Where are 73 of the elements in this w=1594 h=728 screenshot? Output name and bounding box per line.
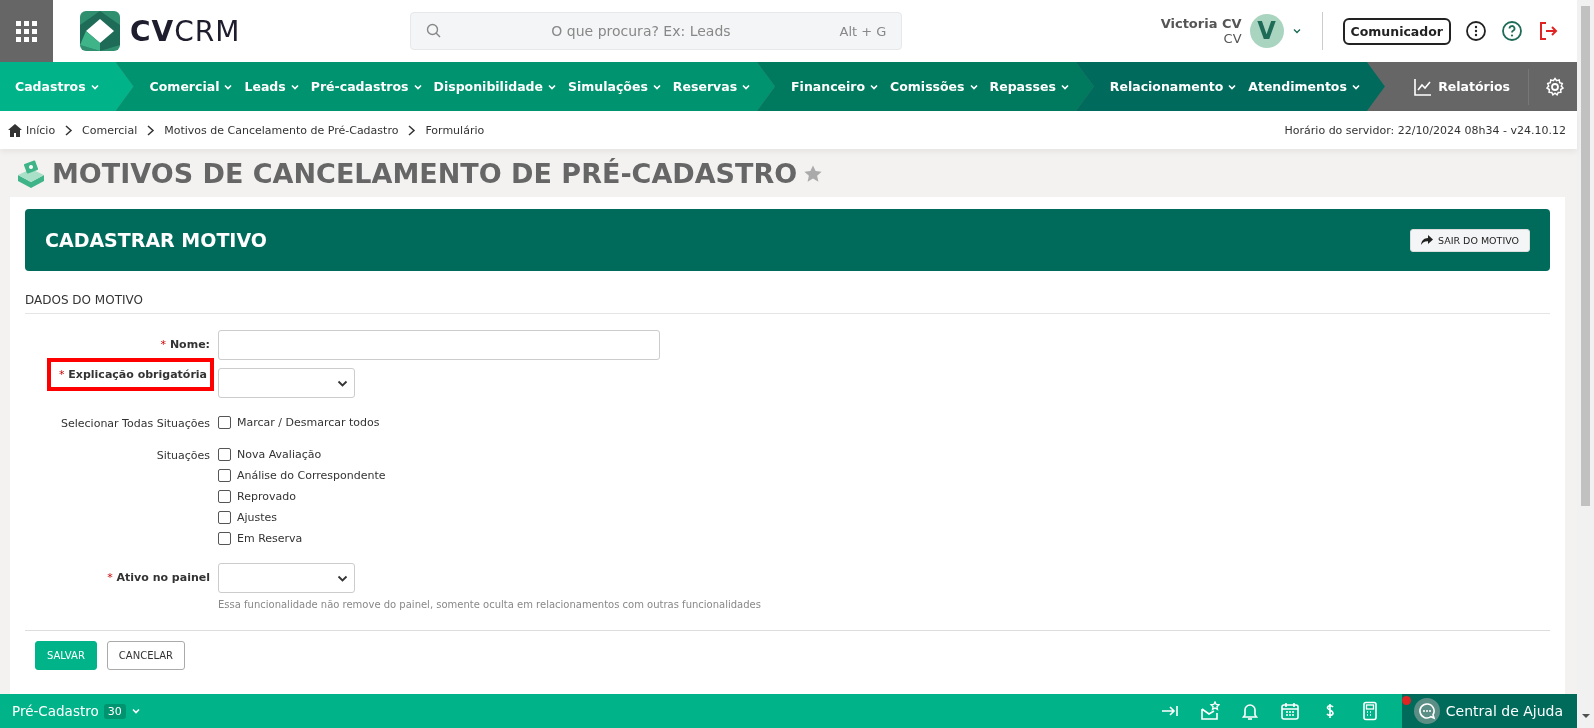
chevron-icon <box>130 706 141 716</box>
search-field[interactable]: O que procura? Ex: Leads Alt + G <box>410 12 903 50</box>
current-page-label: Formulário <box>425 123 485 137</box>
user-avatar[interactable]: V <box>1249 14 1284 48</box>
help-text: Essa funcionalidade não remove do painel, somente oculta em relacionamentos com outras funcionalidades <box>218 599 762 610</box>
caret-icon[interactable] <box>1291 26 1302 36</box>
checkbox-label: Em Reserva <box>237 532 303 545</box>
section-title: DADOS DO MOTIVO <box>25 271 1550 314</box>
chevron-icon <box>64 124 74 136</box>
money-box-icon <box>16 158 46 189</box>
page-title: MOTIVOS DE CANCELAMENTO DE PRÉ-CADASTRO <box>52 158 798 189</box>
nav-menu-item[interactable]: Comissões <box>890 79 979 94</box>
home-icon <box>8 123 22 137</box>
module-selector[interactable]: Pré-Cadastro 30 <box>6 702 147 720</box>
checkbox-label: Reprovado <box>237 490 296 503</box>
chevron-icon <box>146 124 156 136</box>
search-icon <box>426 23 443 39</box>
checkbox[interactable] <box>218 532 231 545</box>
communicator-button[interactable]: Comunicador <box>1342 17 1451 45</box>
server-time: Horário do servidor: 22/10/2024 08h34 - v24.10.12 <box>1284 123 1566 137</box>
field-label: Selecionar Todas Situações <box>61 416 210 430</box>
logo-icon <box>80 11 120 51</box>
nav-menu-item[interactable]: Pré-cadastros <box>310 79 423 94</box>
chat-icon <box>1413 698 1440 724</box>
checkbox-label: Nova Avaliação <box>237 448 322 461</box>
breadcrumb-link[interactable]: Motivos de Cancelamento de Pré-Cadastro <box>164 123 399 137</box>
nav-menu-item[interactable]: Financeiro <box>791 79 880 94</box>
breadcrumb-link[interactable]: Comercial <box>82 123 138 137</box>
nav-menu-item[interactable]: Leads <box>244 79 300 94</box>
field-label: Situações <box>156 448 210 462</box>
logo-text: CVCRM <box>130 14 241 48</box>
chart-icon <box>1414 77 1433 96</box>
checkbox-label: Marcar / Desmarcar todos <box>237 416 380 429</box>
count-badge: 30 <box>103 703 126 719</box>
help-icon[interactable] <box>1501 20 1523 42</box>
user-name: Victoria CV <box>1160 16 1242 31</box>
checkbox-label: Análise do Correspondente <box>237 469 386 482</box>
nav-menu-item[interactable]: Reservas <box>672 79 752 94</box>
checkbox[interactable] <box>218 448 231 461</box>
grid-icon <box>16 20 37 42</box>
user-company: CV <box>1222 31 1242 46</box>
reports-link[interactable]: Relatórios <box>1396 77 1528 96</box>
apps-menu-button[interactable] <box>0 0 53 62</box>
mail-star-icon[interactable] <box>1199 701 1220 721</box>
nav-menu-item[interactable]: Relacionamento <box>1109 79 1238 94</box>
nav-menu-item[interactable]: Simulações <box>568 79 662 94</box>
nav-menu-item[interactable]: Repasses <box>989 79 1070 94</box>
field-label: * Nome: <box>160 337 210 351</box>
nav-menu-item[interactable]: Disponibilidade <box>433 79 557 94</box>
field-label: * Ativo no painel <box>107 570 210 584</box>
exit-button[interactable]: SAIR DO MOTIVO <box>1409 228 1530 252</box>
text-input[interactable] <box>218 330 660 360</box>
chevron-icon <box>407 124 417 136</box>
shortcut-hint: Alt + G <box>839 23 887 39</box>
info-icon[interactable] <box>1465 20 1487 42</box>
nav-menu-item[interactable]: Cadastros <box>15 79 100 94</box>
panel-title: CADASTRAR MOTIVO <box>45 229 267 251</box>
bell-icon[interactable] <box>1239 701 1260 721</box>
cancel-button[interactable]: CANCELAR <box>106 641 186 670</box>
share-arrow-icon <box>1420 235 1433 245</box>
nav-menu-item[interactable]: Comercial <box>149 79 234 94</box>
calendar-icon[interactable] <box>1279 701 1300 721</box>
checkbox[interactable] <box>218 490 231 503</box>
logout-icon[interactable] <box>1537 20 1559 42</box>
help-center-button[interactable]: Central de Ajuda <box>1401 694 1577 728</box>
checkbox[interactable] <box>218 511 231 524</box>
nav-menu-item[interactable]: Atendimentos <box>1248 79 1361 94</box>
settings-icon[interactable] <box>1545 76 1565 97</box>
breadcrumb-link[interactable]: Início <box>26 123 56 137</box>
checkbox[interactable] <box>218 416 231 429</box>
checkbox-label: Ajustes <box>237 511 278 524</box>
save-button[interactable]: SALVAR <box>35 641 97 670</box>
checkbox[interactable] <box>218 469 231 482</box>
